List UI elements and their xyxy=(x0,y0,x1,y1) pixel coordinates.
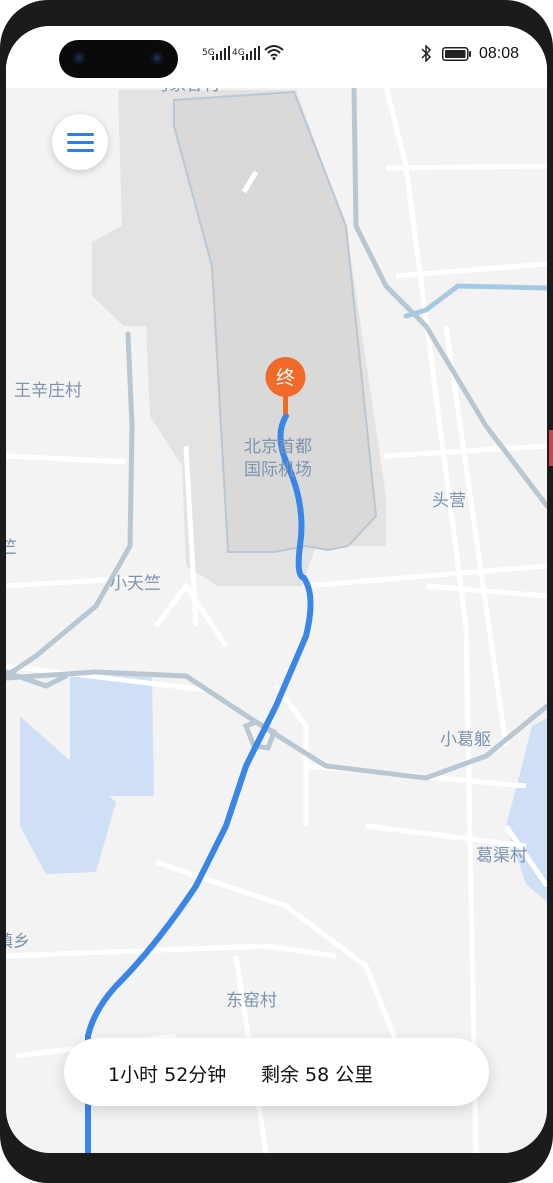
trip-remaining-distance: 剩余 58 公里 xyxy=(261,1064,374,1086)
camera-lens-icon xyxy=(73,52,85,64)
screen: 5G 4G 08:08 终 王辛庄村 北京首都 国际机场 头营 小天竺 竺 小葛… xyxy=(6,26,547,1153)
signal-icon xyxy=(212,46,230,60)
menu-button[interactable] xyxy=(52,114,108,170)
signal-icon xyxy=(242,46,260,60)
camera-cutout xyxy=(59,40,178,78)
place-label: 头营 xyxy=(432,491,466,511)
camera-lens-icon xyxy=(151,52,163,64)
marker-label: 终 xyxy=(276,367,295,389)
trip-info-card[interactable]: 1小时 52分钟 剩余 58 公里 xyxy=(64,1038,489,1106)
side-button xyxy=(549,430,553,466)
place-label: 北京首都 xyxy=(244,437,312,457)
status-bar: 5G 4G 08:08 xyxy=(6,26,547,88)
place-label: 王辛庄村 xyxy=(14,381,82,401)
map-view[interactable]: 终 马家各村 王辛庄村 北京首都 国际机场 头营 小天竺 竺 小葛躯 葛渠村 镇… xyxy=(6,26,547,1153)
place-label: 竺 xyxy=(6,538,17,558)
place-label: 小天竺 xyxy=(110,574,161,594)
wifi-icon xyxy=(264,45,284,60)
status-time: 08:08 xyxy=(478,45,519,62)
place-label: 葛渠村 xyxy=(476,846,527,866)
place-label: 镇乡 xyxy=(6,932,30,952)
phone-frame: 5G 4G 08:08 终 王辛庄村 北京首都 国际机场 头营 小天竺 竺 小葛… xyxy=(0,0,553,1183)
battery-icon xyxy=(442,47,471,61)
bluetooth-icon xyxy=(421,45,432,62)
place-label: 国际机场 xyxy=(244,460,312,480)
place-label: 小葛躯 xyxy=(440,730,491,750)
place-label: 东窑村 xyxy=(226,991,277,1011)
trip-duration: 1小时 52分钟 xyxy=(108,1064,227,1086)
